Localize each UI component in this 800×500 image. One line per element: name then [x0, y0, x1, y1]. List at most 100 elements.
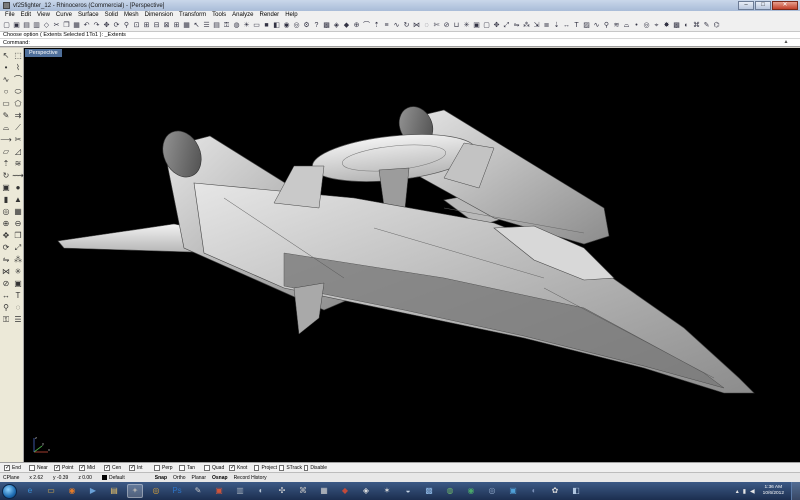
close-button[interactable]: ✕ — [772, 1, 798, 10]
sphere-icon[interactable]: ● — [12, 182, 24, 194]
osnap-checkbox[interactable] — [179, 464, 185, 471]
ellipse-icon[interactable]: ⬭ — [12, 86, 24, 98]
osnap-mid[interactable]: ✓ Mid — [79, 464, 102, 472]
select-window-icon[interactable]: ⬚ — [12, 50, 24, 62]
rotate-icon[interactable]: ⟳ — [0, 242, 12, 254]
environment-icon[interactable]: ◐ — [682, 21, 691, 30]
help-icon[interactable]: ? — [312, 21, 321, 30]
paste-icon[interactable]: ▦ — [72, 21, 81, 30]
app-icon-6[interactable]: ◆ — [337, 484, 353, 498]
status-toggle-snap[interactable]: Snap — [155, 475, 167, 481]
scale-icon[interactable]: ⤢ — [502, 21, 511, 30]
macro-icon[interactable]: ⌬ — [712, 21, 721, 30]
box-icon[interactable]: ▣ — [0, 182, 12, 194]
zoom-selected-icon[interactable]: ⊟ — [152, 21, 161, 30]
minimize-button[interactable]: – — [738, 1, 754, 10]
menu-tools[interactable]: Tools — [209, 11, 229, 20]
polyline-icon[interactable]: ⌇ — [12, 62, 24, 74]
folder-icon[interactable]: ▤ — [106, 484, 122, 498]
menu-dimension[interactable]: Dimension — [142, 11, 176, 20]
osnap-checkbox[interactable]: ✓ — [104, 464, 110, 471]
osnap-disable[interactable]: Disable — [304, 464, 327, 472]
surface-icon[interactable]: ◈ — [332, 21, 341, 30]
app-icon-14[interactable]: ▣ — [505, 484, 521, 498]
rectangle-icon[interactable]: ▭ — [0, 98, 12, 110]
move-icon[interactable]: ✥ — [492, 21, 501, 30]
menu-mesh[interactable]: Mesh — [121, 11, 142, 20]
save-icon[interactable]: ▤ — [22, 21, 31, 30]
undo-icon[interactable]: ↶ — [82, 21, 91, 30]
array-icon[interactable]: ⁂ — [12, 254, 24, 266]
rhino-app-icon[interactable] — [3, 2, 10, 9]
menu-edit[interactable]: Edit — [18, 11, 34, 20]
layer-icon[interactable]: ☰ — [12, 314, 24, 326]
trim-icon[interactable]: ✂ — [12, 134, 24, 146]
redo-icon[interactable]: ↷ — [92, 21, 101, 30]
sketchup-icon[interactable]: ▣ — [211, 484, 227, 498]
explode-icon[interactable]: ✳ — [462, 21, 471, 30]
solid-icon[interactable]: ◆ — [342, 21, 351, 30]
osnap-knot[interactable]: ✓ Knot — [229, 464, 252, 472]
revolve-icon[interactable]: ↻ — [402, 21, 411, 30]
network-icon[interactable]: ▮ — [743, 488, 746, 495]
status-toggle-record-history[interactable]: Record History — [234, 475, 267, 481]
firefox-icon[interactable]: ◉ — [64, 484, 80, 498]
dimension-icon[interactable]: ↔ — [562, 21, 571, 30]
text-icon[interactable]: T — [12, 290, 24, 302]
open-icon[interactable]: ▣ — [12, 21, 21, 30]
osnap-checkbox[interactable] — [29, 464, 35, 471]
cut-icon[interactable]: ✂ — [52, 21, 61, 30]
media-icon[interactable]: ▶ — [85, 484, 101, 498]
join-icon[interactable]: ⋈ — [0, 266, 12, 278]
app-icon-9[interactable]: ◒ — [400, 484, 416, 498]
rotate-view-icon[interactable]: ⟳ — [112, 21, 121, 30]
osnap-checkbox[interactable]: ✓ — [4, 464, 10, 471]
app-icon-1[interactable]: ▥ — [232, 484, 248, 498]
perspective-viewport[interactable]: Perspective x y z — [24, 48, 800, 462]
loft-icon[interactable]: ≋ — [12, 158, 24, 170]
boolean-icon[interactable]: ⊕ — [352, 21, 361, 30]
osnap-tan[interactable]: Tan — [179, 464, 202, 472]
maximize-button[interactable]: □ — [755, 1, 771, 10]
osnap-checkbox[interactable]: ✓ — [129, 464, 135, 471]
group-icon[interactable]: ▣ — [472, 21, 481, 30]
polygon-icon[interactable]: ⬠ — [12, 98, 24, 110]
copy-icon[interactable]: ❐ — [62, 21, 71, 30]
group-icon[interactable]: ▣ — [12, 278, 24, 290]
wireframe-icon[interactable]: ▭ — [252, 21, 261, 30]
hide-icon[interactable]: ◌ — [12, 302, 24, 314]
patch-icon[interactable]: ◌ — [422, 21, 431, 30]
camera-icon[interactable]: ⌖ — [652, 21, 661, 30]
zebra-icon[interactable]: ≋ — [612, 21, 621, 30]
osnap-checkbox[interactable]: ✓ — [79, 464, 85, 471]
mirror-icon[interactable]: ⇋ — [512, 21, 521, 30]
mirror-icon[interactable]: ⇋ — [0, 254, 12, 266]
script-icon[interactable]: ✎ — [702, 21, 711, 30]
extend-icon[interactable]: ⟶ — [0, 134, 12, 146]
arc-icon[interactable]: ⌒ — [12, 74, 24, 86]
status-toggle-osnap[interactable]: Osnap — [212, 475, 228, 481]
osnap-quad[interactable]: Quad — [204, 464, 227, 472]
osnap-checkbox[interactable] — [154, 464, 160, 471]
curvature-icon[interactable]: ⌓ — [622, 21, 631, 30]
cone-icon[interactable]: ▲ — [12, 194, 24, 206]
curve-icon[interactable]: ∿ — [592, 21, 601, 30]
split-icon[interactable]: ⊘ — [0, 278, 12, 290]
status-toggle-ortho[interactable]: Ortho — [173, 475, 186, 481]
boolean-union-icon[interactable]: ⊕ — [0, 218, 12, 230]
align-icon[interactable]: ≣ — [542, 21, 551, 30]
app-icon-7[interactable]: ◈ — [358, 484, 374, 498]
layers-icon[interactable]: ☰ — [202, 21, 211, 30]
explode-icon[interactable]: ✳ — [12, 266, 24, 278]
boolean-diff-icon[interactable]: ⊖ — [12, 218, 24, 230]
osnap-point[interactable]: ✓ Point — [54, 464, 77, 472]
osnap-project[interactable]: Project — [254, 464, 277, 472]
app-icon-10[interactable]: ▩ — [421, 484, 437, 498]
start-button[interactable] — [2, 483, 17, 499]
osnap-near[interactable]: Near — [29, 464, 52, 472]
app-icon-17[interactable]: ◧ — [568, 484, 584, 498]
app-icon-8[interactable]: ✶ — [379, 484, 395, 498]
app-icon-12[interactable]: ◉ — [463, 484, 479, 498]
surface-plane-icon[interactable]: ▱ — [0, 146, 12, 158]
network-icon[interactable]: ⋈ — [412, 21, 421, 30]
